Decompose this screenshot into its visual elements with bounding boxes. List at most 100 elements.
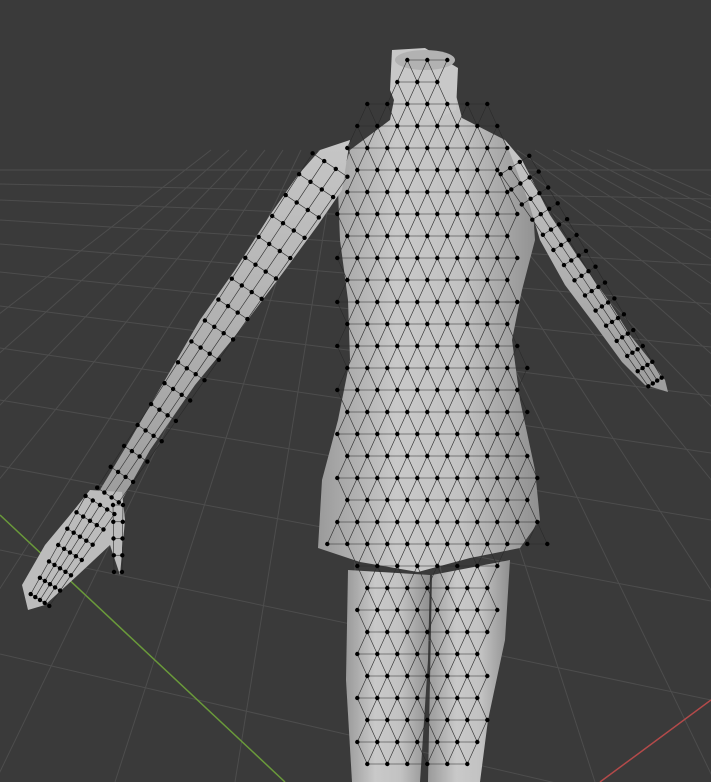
mesh-vertex[interactable] <box>465 233 470 239</box>
mesh-vertex[interactable] <box>593 308 598 313</box>
mesh-vertex[interactable] <box>465 321 470 327</box>
mesh-vertex[interactable] <box>335 519 340 525</box>
mesh-vertex[interactable] <box>375 387 380 393</box>
mesh-vertex[interactable] <box>270 213 275 219</box>
mesh-vertex[interactable] <box>52 562 57 568</box>
mesh-vertex[interactable] <box>528 196 533 201</box>
mesh-vertex[interactable] <box>485 233 490 239</box>
mesh-vertex[interactable] <box>305 207 310 213</box>
mesh-vertex[interactable] <box>535 475 540 481</box>
mesh-vertex[interactable] <box>308 179 313 184</box>
mesh-vertex[interactable] <box>415 519 420 525</box>
mesh-vertex[interactable] <box>605 300 611 305</box>
mesh-vertex[interactable] <box>375 167 380 173</box>
mesh-vertex[interactable] <box>455 695 460 701</box>
mesh-vertex[interactable] <box>515 387 520 393</box>
mesh-vertex[interactable] <box>355 343 360 349</box>
mesh-vertex[interactable] <box>515 475 520 481</box>
mesh-vertex[interactable] <box>547 206 552 211</box>
mesh-vertex[interactable] <box>475 475 480 481</box>
mesh-vertex[interactable] <box>515 299 520 305</box>
mesh-vertex[interactable] <box>415 79 420 85</box>
mesh-vertex[interactable] <box>405 673 410 679</box>
mesh-vertex[interactable] <box>465 409 470 415</box>
mesh-vertex[interactable] <box>485 585 490 591</box>
mesh-vertex[interactable] <box>365 497 370 503</box>
mesh-vertex[interactable] <box>445 145 450 151</box>
mesh-vertex[interactable] <box>498 172 503 177</box>
mesh-vertex[interactable] <box>385 585 390 591</box>
mesh-vertex[interactable] <box>395 519 400 525</box>
mesh-vertex[interactable] <box>243 255 248 260</box>
mesh-vertex[interactable] <box>188 398 193 403</box>
mesh-vertex[interactable] <box>415 431 420 437</box>
mesh-vertex[interactable] <box>375 123 380 129</box>
mesh-vertex[interactable] <box>47 603 52 609</box>
mesh-vertex[interactable] <box>405 101 410 107</box>
mesh-vertex[interactable] <box>445 233 450 239</box>
mesh-vertex[interactable] <box>87 518 93 523</box>
mesh-vertex[interactable] <box>455 123 460 129</box>
mesh-vertex[interactable] <box>120 536 125 541</box>
mesh-vertex[interactable] <box>505 365 510 371</box>
mesh-vertex[interactable] <box>495 475 500 481</box>
mesh-vertex[interactable] <box>395 211 400 217</box>
mesh-vertex[interactable] <box>646 384 651 389</box>
mesh-vertex[interactable] <box>425 189 430 195</box>
mesh-vertex[interactable] <box>465 145 470 151</box>
mesh-vertex[interactable] <box>365 101 370 107</box>
mesh-vertex[interactable] <box>509 187 514 192</box>
mesh-vertex[interactable] <box>465 717 470 723</box>
mesh-vertex[interactable] <box>405 409 410 415</box>
mesh-vertex[interactable] <box>335 475 340 481</box>
mesh-vertex[interactable] <box>475 519 480 525</box>
mesh-vertex[interactable] <box>415 343 420 349</box>
mesh-vertex[interactable] <box>455 475 460 481</box>
mesh-vertex[interactable] <box>229 276 234 281</box>
mesh-vertex[interactable] <box>375 431 380 437</box>
mesh-vertex[interactable] <box>435 651 440 657</box>
mesh-vertex[interactable] <box>395 79 400 85</box>
mesh-vertex[interactable] <box>325 541 330 547</box>
mesh-vertex[interactable] <box>465 585 470 591</box>
mesh-vertex[interactable] <box>650 381 655 386</box>
mesh-vertex[interactable] <box>536 169 541 174</box>
mesh-vertex[interactable] <box>602 280 608 285</box>
mesh-vertex[interactable] <box>445 497 450 503</box>
mesh-vertex[interactable] <box>545 541 550 547</box>
mesh-vertex[interactable] <box>640 365 645 371</box>
mesh-vertex[interactable] <box>375 343 380 349</box>
mesh-vertex[interactable] <box>365 409 370 415</box>
mesh-vertex[interactable] <box>143 428 148 433</box>
mesh-vertex[interactable] <box>475 739 480 745</box>
mesh-vertex[interactable] <box>95 485 100 490</box>
mesh-vertex[interactable] <box>546 185 551 190</box>
mesh-vertex[interactable] <box>245 316 250 322</box>
mesh-vertex[interactable] <box>355 695 360 701</box>
mesh-vertex[interactable] <box>225 303 231 309</box>
mesh-vertex[interactable] <box>335 431 340 437</box>
mesh-vertex[interactable] <box>435 519 440 525</box>
mesh-vertex[interactable] <box>385 497 390 503</box>
mesh-vertex[interactable] <box>77 534 83 539</box>
mesh-vertex[interactable] <box>405 145 410 151</box>
mesh-vertex[interactable] <box>475 343 480 349</box>
mesh-vertex[interactable] <box>485 145 490 151</box>
mesh-vertex[interactable] <box>46 559 52 564</box>
mesh-vertex[interactable] <box>322 158 327 164</box>
mesh-vertex[interactable] <box>555 201 560 206</box>
mesh-vertex[interactable] <box>455 519 460 525</box>
mesh-vertex[interactable] <box>375 255 380 261</box>
mesh-vertex[interactable] <box>535 519 540 525</box>
mesh-vertex[interactable] <box>345 321 350 327</box>
mesh-vertex[interactable] <box>42 578 48 584</box>
mesh-vertex[interactable] <box>485 321 490 327</box>
mesh-vertex[interactable] <box>375 519 380 525</box>
mesh-vertex[interactable] <box>283 192 288 198</box>
mesh-vertex[interactable] <box>485 409 490 415</box>
mesh-vertex[interactable] <box>375 739 380 745</box>
mesh-vertex[interactable] <box>277 248 282 254</box>
mesh-vertex[interactable] <box>475 123 480 129</box>
mesh-vertex[interactable] <box>425 761 430 767</box>
mesh-vertex[interactable] <box>395 387 400 393</box>
